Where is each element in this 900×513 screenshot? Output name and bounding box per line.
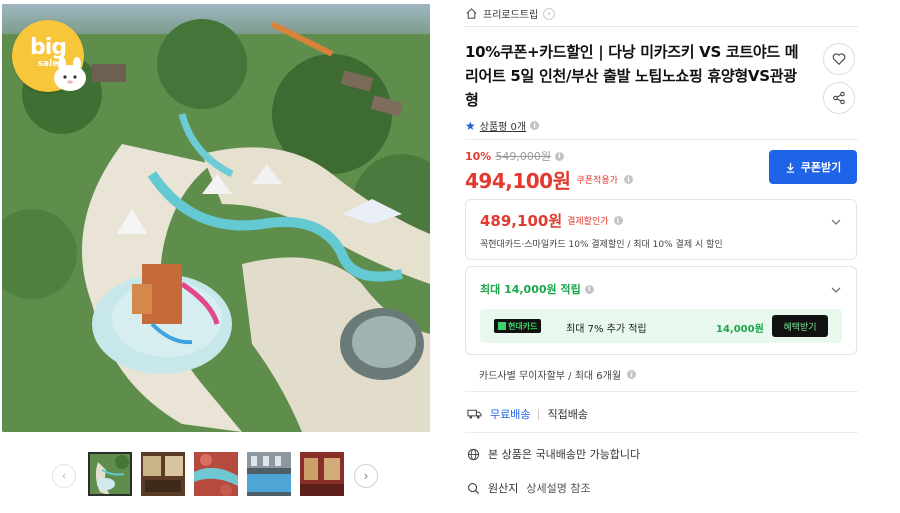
info-icon[interactable]: i: [530, 121, 540, 130]
store-name: 프리로드트립: [483, 10, 539, 21]
magnifier-icon: [468, 482, 480, 494]
free-shipping-label: 무료배송: [490, 408, 531, 421]
coupon-applied-label: 쿠폰적용가: [576, 176, 618, 186]
globe-icon: [467, 448, 480, 460]
star-icon: ★: [465, 118, 476, 133]
card-discount-label: 결제할인가: [567, 217, 609, 227]
final-price: 494,100원: [465, 169, 571, 193]
original-price: 549,000원: [495, 150, 551, 163]
review-summary[interactable]: ★ 상품평 0개 i: [465, 118, 540, 133]
thumbnail-image: [88, 452, 132, 496]
promo-amount: 14,000원: [716, 324, 764, 335]
hyundai-card-promo: 현대카드 최대 7% 추가 적립 14,000원 혜택받기: [480, 309, 842, 343]
points-title-text: 최대 14,000원 적립: [480, 283, 581, 296]
card-discount-price: 489,100원: [480, 212, 563, 230]
heart-icon: [832, 53, 846, 66]
product-title: 10%쿠폰+카드할인 | 다낭 미카즈키 VS 코트야드 메리어트 5일 인천/…: [465, 43, 799, 109]
chevron-down-icon[interactable]: [830, 216, 842, 228]
thumbnail-image: [247, 452, 291, 496]
thumbnail-restaurant[interactable]: [141, 452, 185, 496]
mascot-icon: [54, 57, 86, 91]
origin-info: 원산지 상세설명 참조: [467, 480, 591, 496]
info-icon[interactable]: i: [623, 175, 633, 184]
thumb-prev-button[interactable]: ‹: [52, 464, 76, 488]
thumbnail-lazy-river[interactable]: [194, 452, 238, 496]
wishlist-button[interactable]: [823, 43, 855, 75]
info-icon[interactable]: i: [627, 370, 637, 379]
points-title: 최대 14,000원 적립 i: [480, 281, 594, 297]
info-icon[interactable]: i: [554, 151, 564, 161]
thumbnail-pool[interactable]: [247, 452, 291, 496]
thumbnail-interior[interactable]: [300, 452, 344, 496]
info-icon[interactable]: i: [613, 216, 623, 225]
card-badge-text: 현대카드: [508, 321, 538, 331]
coupon-download-button[interactable]: 쿠폰받기: [769, 150, 857, 184]
store-link[interactable]: 프리로드트립 ›: [465, 5, 858, 27]
card-discount-description: 꼭현대카드·스마일카드 10% 결제할인 / 최대 10% 결제 시 할인: [480, 240, 723, 250]
points-box[interactable]: 최대 14,000원 적립 i 현대카드 최대 7% 추가 적립 14,000원…: [465, 266, 857, 355]
get-benefit-button[interactable]: 혜택받기: [772, 315, 828, 337]
home-icon: [466, 8, 477, 19]
truck-icon: [467, 409, 482, 419]
origin-label: 원산지: [488, 482, 519, 495]
installment-text: 카드사별 무이자할부 / 최대 6개월: [479, 371, 622, 382]
divider: [465, 391, 858, 392]
separator: [538, 408, 540, 420]
divider: [465, 432, 858, 433]
origin-value: 상세설명 참조: [526, 482, 591, 495]
share-button[interactable]: [823, 82, 855, 114]
thumb-next-button[interactable]: ›: [354, 464, 378, 488]
card-logo-icon: [498, 322, 506, 330]
review-count-link[interactable]: 상품평 0개: [480, 118, 526, 133]
promo-text: 최대 7% 추가 적립: [566, 324, 647, 335]
main-product-image[interactable]: big sale: [2, 4, 430, 432]
thumbnail-image: [141, 452, 185, 496]
direct-delivery-label: 직접배송: [547, 408, 588, 421]
thumbnail-waterpark[interactable]: [88, 452, 132, 496]
thumbnail-strip: ‹ ›: [52, 452, 382, 500]
product-info-panel: 프리로드트립 › 10%쿠폰+카드할인 | 다낭 미카즈키 VS 코트야드 메리…: [465, 0, 858, 513]
domestic-notice-text: 본 상품은 국내배송만 가능합니다: [488, 448, 641, 461]
installment-info: 카드사별 무이자할부 / 최대 6개월 i: [479, 367, 637, 382]
info-icon[interactable]: i: [584, 284, 594, 294]
chevron-right-icon: ›: [363, 469, 369, 483]
discount-rate: 10%: [465, 149, 492, 163]
thumbnail-image: [300, 452, 344, 496]
download-icon: [786, 162, 794, 173]
card-discount-box[interactable]: 489,100원 결제할인가 i 꼭현대카드·스마일카드 10% 결제할인 / …: [465, 199, 857, 260]
chevron-left-icon: ‹: [61, 469, 67, 483]
chevron-down-icon[interactable]: [830, 284, 842, 296]
share-icon: [833, 91, 845, 105]
price-block: 10% 549,000원 i 494,100원 쿠폰적용가 i: [465, 148, 633, 194]
domestic-shipping-notice: 본 상품은 국내배송만 가능합니다: [467, 446, 640, 462]
divider: [465, 139, 858, 140]
delivery-info: 무료배송 직접배송: [467, 406, 588, 422]
chevron-right-icon: ›: [543, 7, 556, 20]
coupon-button-label: 쿠폰받기: [800, 161, 842, 174]
thumbnail-image: [194, 452, 238, 496]
hyundai-card-badge: 현대카드: [494, 319, 542, 333]
